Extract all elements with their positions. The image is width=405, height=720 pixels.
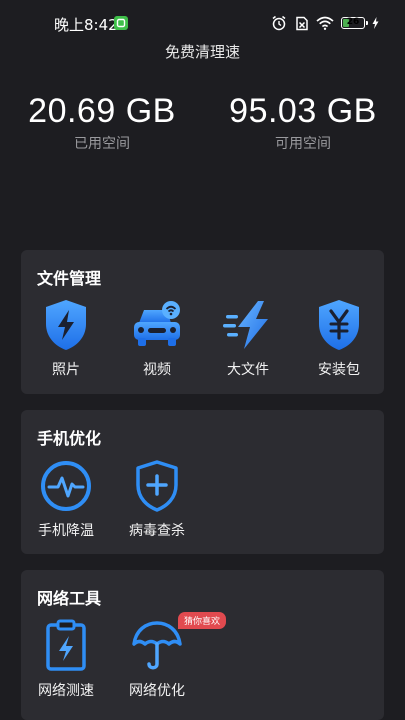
tool-label: 网络测速: [38, 683, 94, 699]
sim-off-icon: [296, 16, 308, 30]
shield-plus-icon: [136, 460, 178, 512]
tool-label: 手机降温: [38, 523, 94, 539]
tool-label: 大文件: [227, 362, 269, 378]
app-notification-icon: [114, 16, 128, 30]
speed-bolt-icon: [223, 301, 268, 349]
tool-network-optimize[interactable]: 网络优化: [112, 618, 202, 700]
shield-yen-icon: [319, 300, 359, 350]
battery-level: 26: [346, 17, 360, 27]
status-icons: 26: [271, 15, 379, 31]
tool-label: 照片: [52, 362, 80, 378]
tool-large-files[interactable]: 大文件: [203, 297, 293, 379]
used-storage-label: 已用空间: [74, 136, 130, 152]
battery-icon: 26: [341, 17, 368, 29]
network-tools-title: 网络工具: [37, 589, 102, 608]
tool-virus-scan[interactable]: 病毒查杀: [112, 458, 202, 540]
tool-label: 视频: [143, 362, 171, 378]
page-title: 免费清理速: [164, 43, 240, 61]
status-bar: 晚上8:42 26: [0, 0, 405, 46]
network-tools-card: 网络工具 网络测速 网络优化 猜你喜欢: [21, 570, 384, 720]
tool-label: 网络优化: [129, 683, 185, 699]
alarm-icon: [272, 15, 286, 31]
used-storage-value: 20.69 GB: [28, 92, 176, 130]
pulse-circle-icon: [41, 461, 91, 511]
status-time: 晚上8:42: [54, 16, 118, 34]
phone-optimize-card: 手机优化 手机降温 病毒查杀: [21, 410, 384, 554]
phone-optimize-title: 手机优化: [37, 429, 102, 448]
used-storage: 20.69 GB 已用空间: [2, 92, 202, 153]
tool-label: 病毒查杀: [129, 523, 185, 539]
file-management-card: 文件管理 照片 视频 大文件 安装包: [21, 250, 384, 394]
clipboard-bolt-icon: [46, 619, 86, 671]
tool-photos[interactable]: 照片: [21, 297, 111, 379]
umbrella-icon: [132, 621, 182, 670]
shield-bolt-icon: [46, 300, 86, 350]
available-storage-value: 95.03 GB: [229, 92, 377, 130]
tool-label: 安装包: [318, 362, 360, 378]
tool-packages[interactable]: 安装包: [294, 297, 384, 379]
tool-cool-down[interactable]: 手机降温: [21, 458, 111, 540]
car-wifi-icon: [134, 301, 180, 346]
recommend-badge: 猜你喜欢: [178, 612, 227, 629]
available-storage: 95.03 GB 可用空间: [203, 92, 403, 153]
tool-speed-test[interactable]: 网络测速: [21, 618, 111, 700]
available-storage-label: 可用空间: [275, 136, 331, 152]
file-management-title: 文件管理: [37, 269, 102, 288]
wifi-icon: [316, 16, 334, 30]
charging-icon: [372, 17, 379, 29]
tool-videos[interactable]: 视频: [112, 297, 202, 379]
